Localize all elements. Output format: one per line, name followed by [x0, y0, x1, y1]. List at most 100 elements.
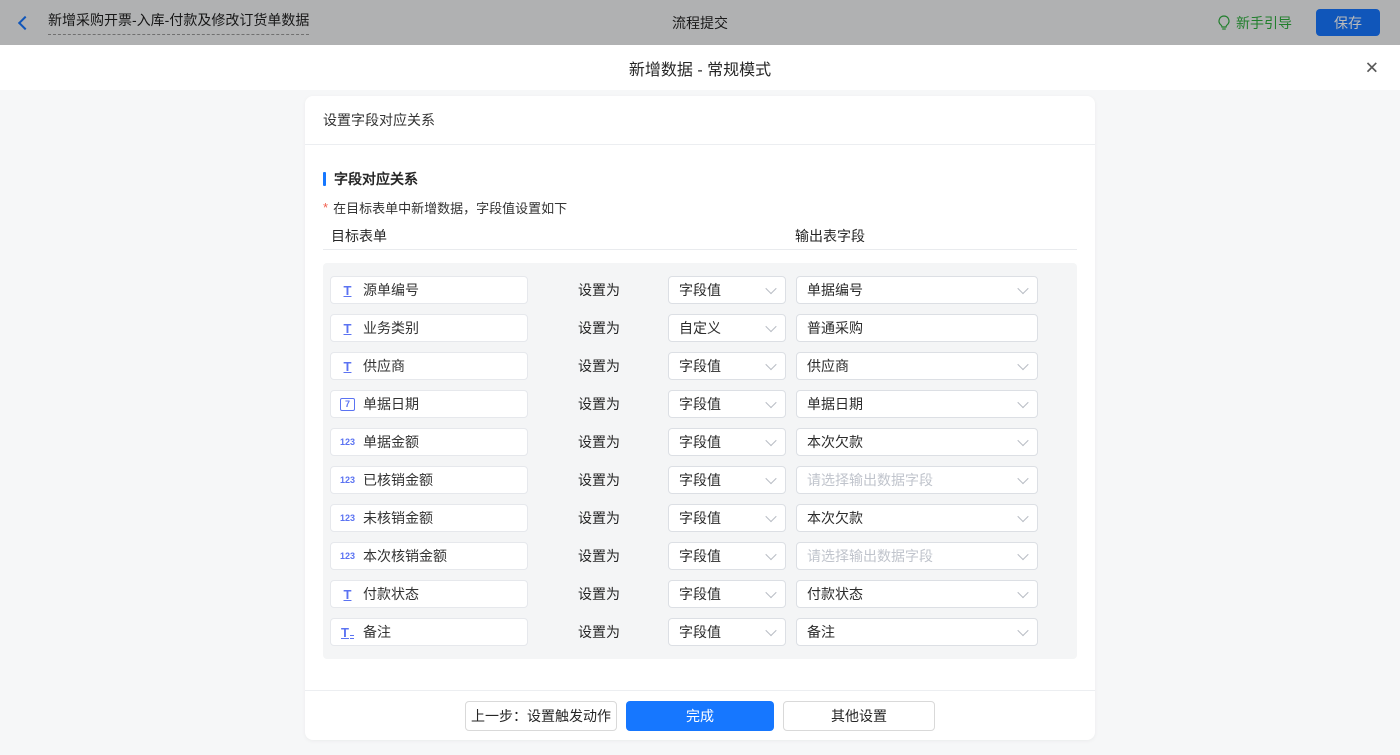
- output-field-select[interactable]: 请选择输出数据字段: [796, 466, 1038, 494]
- target-field-box: 付款状态: [330, 580, 528, 608]
- chevron-down-icon: [765, 435, 776, 446]
- output-field-select[interactable]: 单据日期: [796, 390, 1038, 418]
- section-title: 字段对应关系: [323, 169, 1077, 189]
- back-button[interactable]: [20, 18, 30, 28]
- value-mode-select[interactable]: 字段值: [668, 466, 786, 494]
- value-mode-select[interactable]: 字段值: [668, 580, 786, 608]
- output-field-value: 请选择输出数据字段: [807, 546, 933, 566]
- chevron-down-icon: [765, 473, 776, 484]
- top-toolbar: 新增采购开票-入库-付款及修改订货单数据 流程提交 新手引导 保存: [0, 0, 1400, 45]
- mapping-row: 本次核销金额 设置为 字段值 请选择输出数据字段: [330, 542, 1077, 570]
- output-field-select[interactable]: 付款状态: [796, 580, 1038, 608]
- set-as-label: 设置为: [578, 394, 620, 414]
- set-as-label: 设置为: [578, 508, 620, 528]
- target-field-label: 单据日期: [363, 394, 419, 414]
- set-as-label: 设置为: [578, 546, 620, 566]
- number-field-icon: [340, 511, 355, 526]
- value-mode-select[interactable]: 字段值: [668, 276, 786, 304]
- required-note: * 在目标表单中新增数据，字段值设置如下: [323, 198, 1077, 217]
- other-settings-button[interactable]: 其他设置: [783, 701, 935, 731]
- chevron-down-icon: [1017, 473, 1028, 484]
- mapping-row: 源单编号 设置为 字段值 单据编号: [330, 276, 1077, 304]
- text-field-icon: [340, 283, 355, 298]
- field-mapping-card: 设置字段对应关系 字段对应关系 * 在目标表单中新增数据，字段值设置如下 目标表…: [305, 96, 1095, 740]
- done-button[interactable]: 完成: [626, 701, 774, 731]
- value-mode-select[interactable]: 字段值: [668, 428, 786, 456]
- chevron-down-icon: [1017, 587, 1028, 598]
- target-field-box: 业务类别: [330, 314, 528, 342]
- target-field-label: 付款状态: [363, 584, 419, 604]
- output-field-select[interactable]: 本次欠款: [796, 428, 1038, 456]
- number-field-icon: [340, 549, 355, 564]
- output-field-value: 单据编号: [807, 280, 863, 300]
- value-mode-select[interactable]: 字段值: [668, 542, 786, 570]
- chevron-down-icon: [1017, 283, 1028, 294]
- output-field-value: 本次欠款: [807, 432, 863, 452]
- target-field-box: 供应商: [330, 352, 528, 380]
- target-field-box: 本次核销金额: [330, 542, 528, 570]
- custom-value-input[interactable]: 普通采购: [796, 314, 1038, 342]
- column-headers: 目标表单 输出表字段: [323, 228, 1077, 250]
- section-bar-icon: [323, 172, 326, 186]
- chevron-down-icon: [765, 549, 776, 560]
- text-field-icon: [340, 321, 355, 336]
- mapping-row: 备注 设置为 字段值 备注: [330, 618, 1077, 646]
- set-as-label: 设置为: [578, 318, 620, 338]
- card-content: 字段对应关系 * 在目标表单中新增数据，字段值设置如下 目标表单 输出表字段 源…: [305, 145, 1095, 690]
- chevron-down-icon: [765, 321, 776, 332]
- value-mode-select[interactable]: 自定义: [668, 314, 786, 342]
- chevron-down-icon: [1017, 549, 1028, 560]
- value-mode-select[interactable]: 字段值: [668, 352, 786, 380]
- output-field-select[interactable]: 供应商: [796, 352, 1038, 380]
- target-field-label: 未核销金额: [363, 508, 433, 528]
- target-field-label: 供应商: [363, 356, 405, 376]
- output-field-select[interactable]: 备注: [796, 618, 1038, 646]
- target-field-box: 单据金额: [330, 428, 528, 456]
- save-button[interactable]: 保存: [1316, 9, 1380, 36]
- output-field-select[interactable]: 本次欠款: [796, 504, 1038, 532]
- value-mode-value: 字段值: [679, 470, 721, 490]
- output-field-select[interactable]: 单据编号: [796, 276, 1038, 304]
- output-field-value: 普通采购: [807, 318, 863, 338]
- value-mode-value: 字段值: [679, 546, 721, 566]
- mapping-row: 单据日期 设置为 字段值 单据日期: [330, 390, 1077, 418]
- target-field-box: 单据日期: [330, 390, 528, 418]
- chevron-down-icon: [765, 283, 776, 294]
- output-field-value: 付款状态: [807, 584, 863, 604]
- output-field-value: 备注: [807, 622, 835, 642]
- chevron-down-icon: [765, 625, 776, 636]
- chevron-down-icon: [1017, 511, 1028, 522]
- prev-step-button[interactable]: 上一步：设置触发动作: [465, 701, 617, 731]
- output-field-select[interactable]: 请选择输出数据字段: [796, 542, 1038, 570]
- target-field-label: 本次核销金额: [363, 546, 447, 566]
- value-mode-select[interactable]: 字段值: [668, 618, 786, 646]
- required-asterisk: *: [323, 200, 328, 215]
- mapping-row: 付款状态 设置为 字段值 付款状态: [330, 580, 1077, 608]
- target-field-label: 业务类别: [363, 318, 419, 338]
- tab-process-submit[interactable]: 流程提交: [672, 13, 728, 33]
- number-field-icon: [340, 473, 355, 488]
- output-field-value: 供应商: [807, 356, 849, 376]
- value-mode-select[interactable]: 字段值: [668, 390, 786, 418]
- set-as-label: 设置为: [578, 584, 620, 604]
- guide-label: 新手引导: [1236, 13, 1292, 33]
- value-mode-select[interactable]: 字段值: [668, 504, 786, 532]
- chevron-left-icon: [18, 15, 32, 29]
- target-field-label: 单据金额: [363, 432, 419, 452]
- mapping-row: 未核销金额 设置为 字段值 本次欠款: [330, 504, 1077, 532]
- target-field-box: 未核销金额: [330, 504, 528, 532]
- workflow-title: 新增采购开票-入库-付款及修改订货单数据: [48, 10, 309, 35]
- value-mode-value: 字段值: [679, 432, 721, 452]
- target-field-label: 已核销金额: [363, 470, 433, 490]
- mapping-row: 供应商 设置为 字段值 供应商: [330, 352, 1077, 380]
- column-header-target-form: 目标表单: [331, 228, 387, 244]
- guide-button[interactable]: 新手引导: [1217, 13, 1292, 33]
- mapping-row: 单据金额 设置为 字段值 本次欠款: [330, 428, 1077, 456]
- text-field-icon: [340, 359, 355, 374]
- target-field-label: 备注: [363, 622, 391, 642]
- value-mode-value: 字段值: [679, 584, 721, 604]
- mapping-row: 已核销金额 设置为 字段值 请选择输出数据字段: [330, 466, 1077, 494]
- card-footer: 上一步：设置触发动作 完成 其他设置: [305, 690, 1095, 740]
- close-icon[interactable]: [1365, 59, 1379, 76]
- output-field-value: 请选择输出数据字段: [807, 470, 933, 490]
